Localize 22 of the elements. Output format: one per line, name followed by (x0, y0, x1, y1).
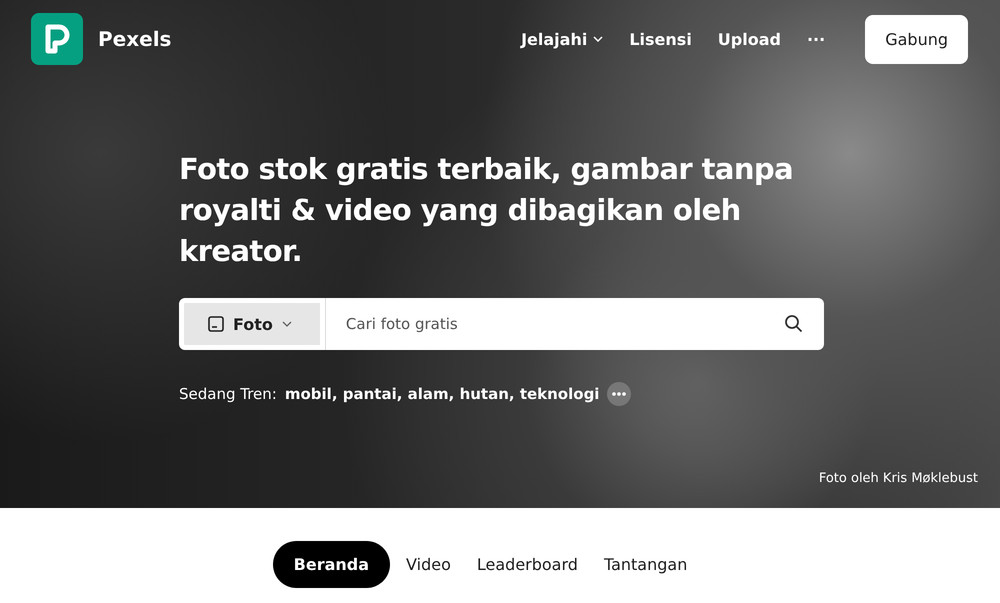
logo-icon[interactable] (31, 13, 83, 65)
nav-link[interactable]: ··· (806, 30, 826, 48)
trending-terms[interactable]: mobil, pantai, alam, hutan, teknologi (284, 385, 600, 403)
search-icon[interactable] (784, 314, 804, 334)
chevron-down-icon (593, 36, 604, 42)
tab[interactable]: Tantangan (594, 541, 698, 588)
trending-label: Sedang Tren: (179, 385, 277, 403)
image-icon (208, 316, 224, 332)
tab[interactable]: Leaderboard (466, 541, 588, 588)
media-type-dropdown[interactable]: Foto (179, 298, 325, 350)
more-icon[interactable] (607, 382, 632, 406)
photo-credit[interactable]: Foto oleh Kris Møklebust (818, 471, 978, 486)
nav-link[interactable]: Jelajahi (521, 30, 604, 48)
headline: Foto stok gratis terbaik, gambar tanpa royalti & video yang dibagikan oleh kreator. (179, 151, 794, 270)
nav-link[interactable]: Lisensi (629, 30, 692, 48)
nav-link[interactable]: Upload (718, 30, 781, 48)
search-field[interactable]: Cari foto gratis (324, 298, 824, 350)
tab[interactable]: Video (396, 541, 461, 588)
chevron-down-icon (282, 321, 292, 327)
tab[interactable]: Beranda (272, 541, 390, 588)
join-button[interactable]: Gabung (865, 14, 968, 64)
brand-name[interactable]: Pexels (98, 27, 172, 51)
